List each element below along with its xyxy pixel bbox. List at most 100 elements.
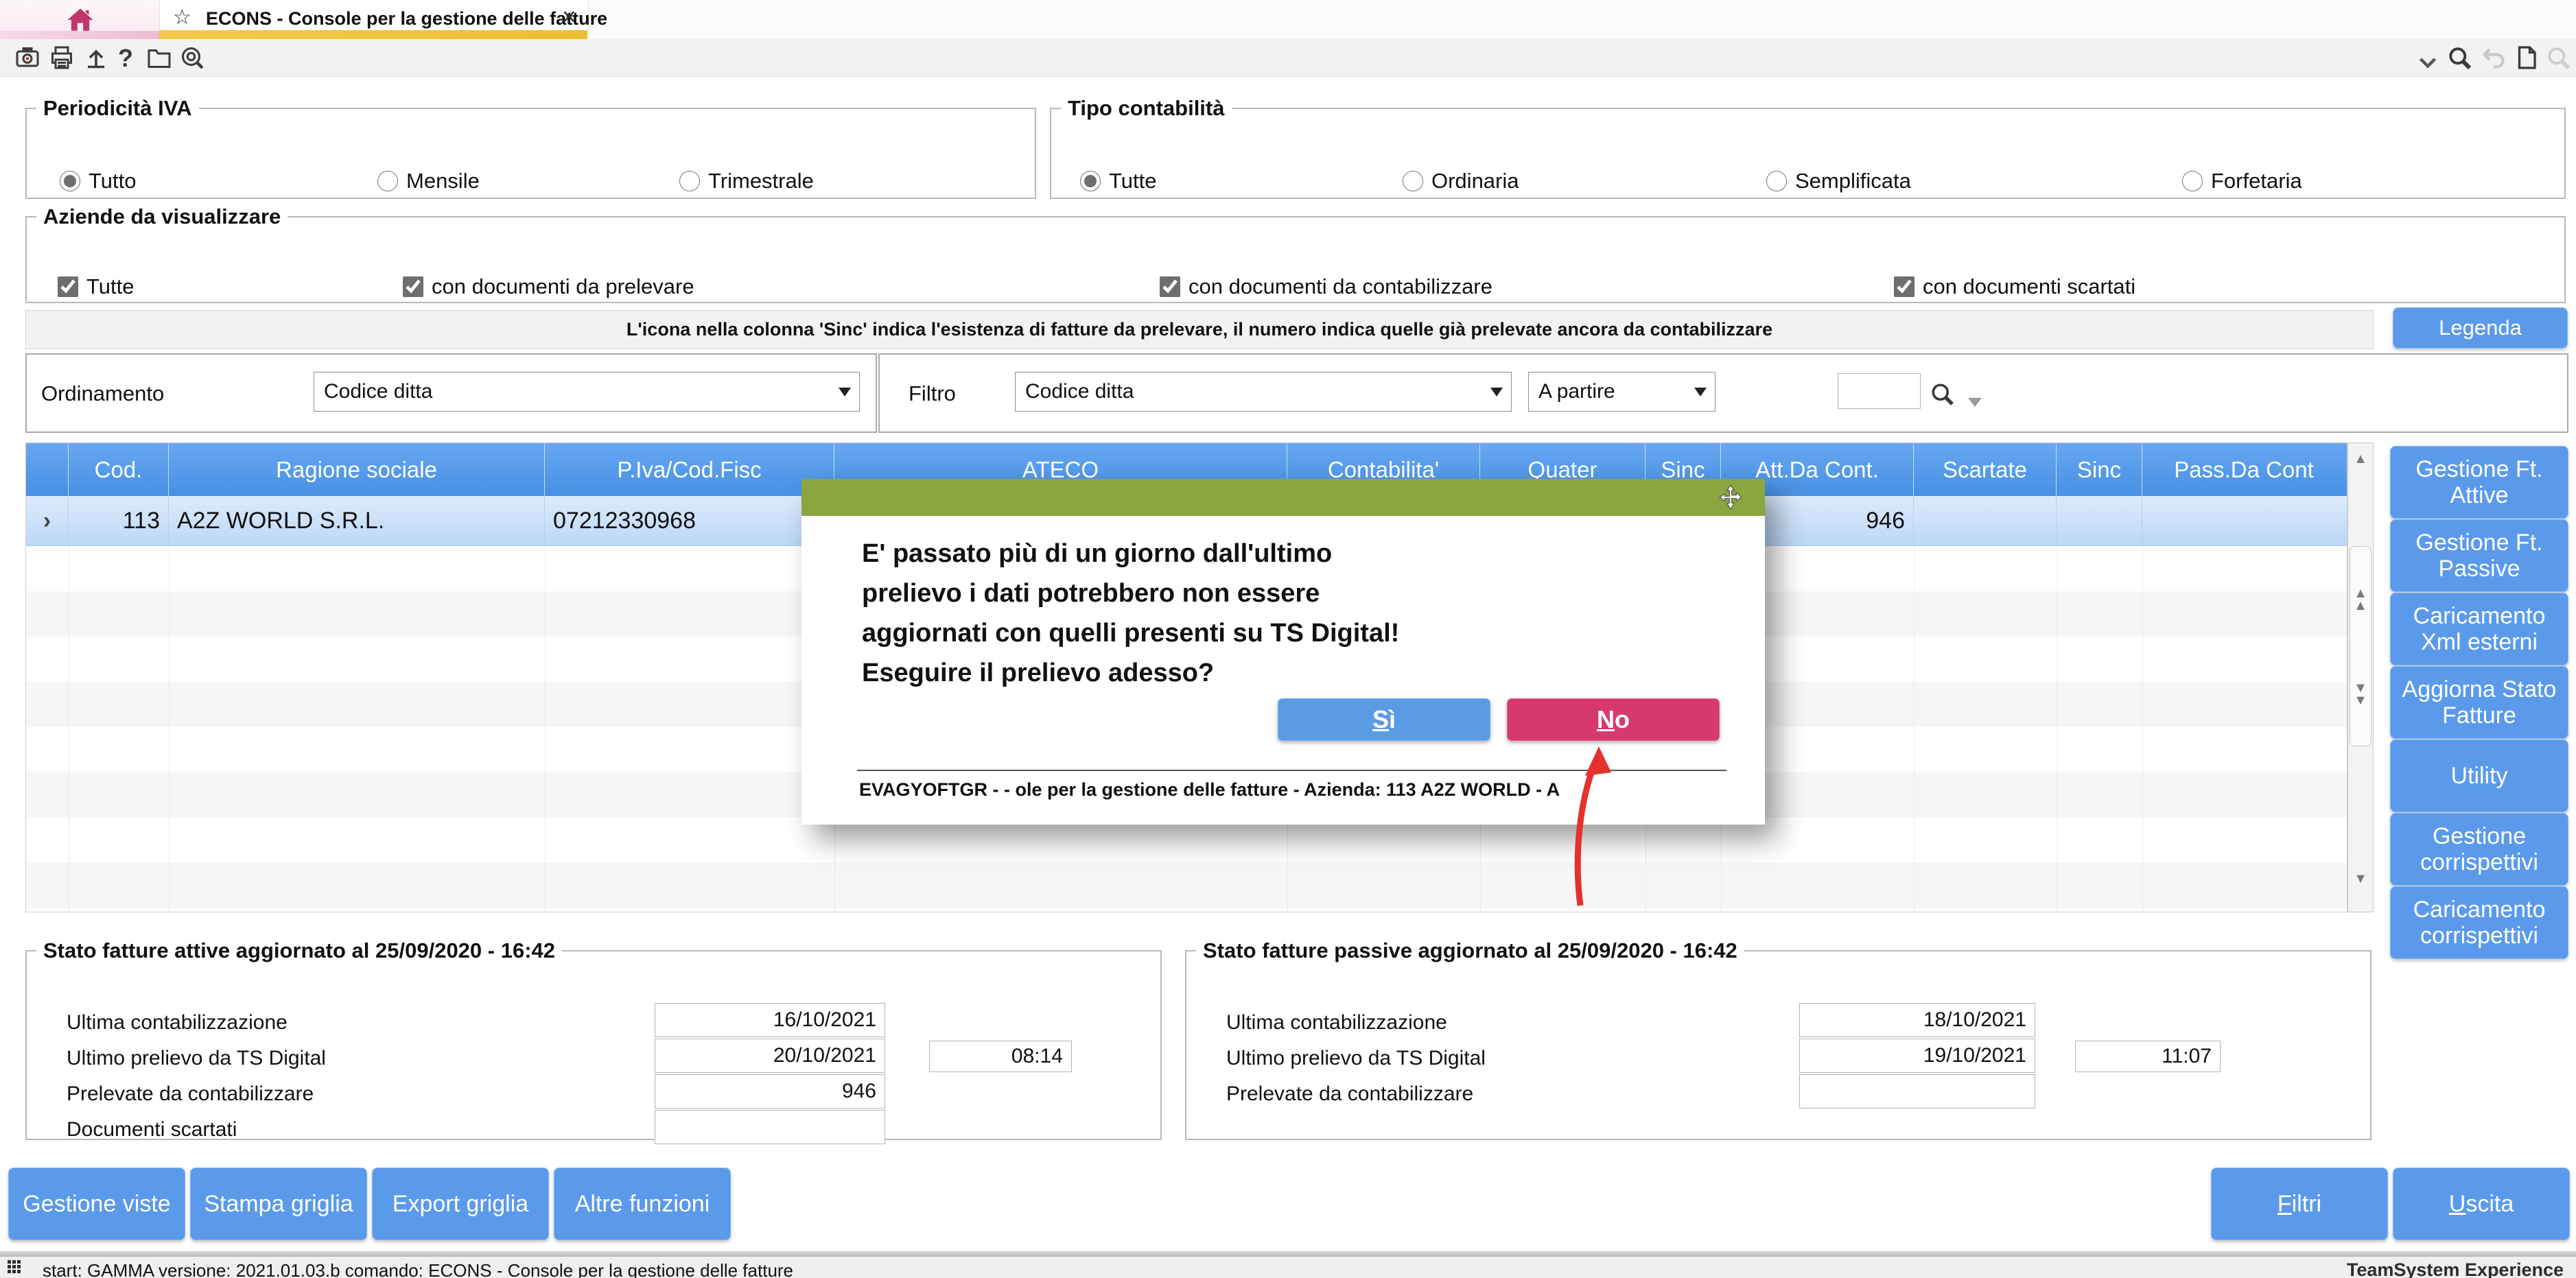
radio-input[interactable] xyxy=(1403,171,1423,191)
no-label: No xyxy=(1597,705,1630,734)
uscita-label: Uscita xyxy=(2449,1191,2514,1217)
dialog-title-bar[interactable] xyxy=(801,479,1765,516)
fieldset-legend: Tipo contabilità xyxy=(1061,96,1232,121)
field-ultima-contabilizzazione-attive[interactable]: 16/10/2021 xyxy=(655,1003,885,1037)
side-button-aggiorna-stato[interactable]: Aggiorna Stato Fatture xyxy=(2390,666,2568,739)
screenshot-camera-icon[interactable] xyxy=(15,45,40,70)
column-header-sinc-passive[interactable]: Sinc xyxy=(2057,443,2142,496)
field-ultimo-prelievo-passive[interactable]: 19/10/2021 xyxy=(1799,1039,2035,1073)
side-button-caricamento-corrispettivi[interactable]: Caricamento corrispettivi xyxy=(2390,886,2568,959)
radio-input[interactable] xyxy=(1080,171,1101,191)
cell-sinc-passive xyxy=(2057,496,2142,545)
scroll-down-icon[interactable]: ▼ xyxy=(2348,873,2373,885)
radio-tipo-semplificata[interactable]: Semplificata xyxy=(1766,169,1911,193)
help-icon[interactable]: ? xyxy=(118,44,143,69)
field-ultimo-prelievo-attive-ora[interactable]: 08:14 xyxy=(929,1041,1072,1072)
grid-column-line xyxy=(2142,546,2143,912)
filtro-search-input[interactable] xyxy=(1838,373,1921,409)
tab-close-icon[interactable]: ✕ xyxy=(561,7,577,28)
cell-pass-da-cont xyxy=(2142,496,2345,545)
zoom-at-icon[interactable] xyxy=(180,45,204,70)
filtro-search-icon[interactable] xyxy=(1930,381,1954,406)
checkbox-doc-da-prelevare[interactable]: con documenti da prelevare xyxy=(403,274,694,299)
upload-icon[interactable] xyxy=(84,45,108,70)
radio-input[interactable] xyxy=(1766,171,1787,191)
radio-tipo-tutte[interactable]: Tutte xyxy=(1080,169,1157,193)
brand-text: TeamSystem Experience xyxy=(2347,1259,2564,1278)
side-button-gestione-ft-passive[interactable]: Gestione Ft. Passive xyxy=(2390,519,2568,592)
scrollbar-thumb[interactable] xyxy=(2350,546,2372,746)
checkbox-input[interactable] xyxy=(58,276,78,297)
column-header-scartate[interactable]: Scartate xyxy=(1914,443,2057,496)
radio-input[interactable] xyxy=(2182,171,2203,191)
chevron-down-icon[interactable] xyxy=(2415,51,2440,75)
field-ultima-contabilizzazione-passive[interactable]: 18/10/2021 xyxy=(1799,1003,2035,1037)
radio-periodicita-mensile[interactable]: Mensile xyxy=(377,169,480,193)
field-label: Prelevate da contabilizzare xyxy=(1226,1082,1473,1106)
side-button-caricamento-xml[interactable]: Caricamento Xml esterni xyxy=(2390,593,2568,665)
side-button-gestione-corrispettivi[interactable]: Gestione corrispettivi xyxy=(2390,813,2568,886)
undo-icon[interactable] xyxy=(2481,45,2506,70)
filtro-dropdown-arrow-icon[interactable] xyxy=(1968,398,1982,407)
scroll-page-down-icon[interactable]: ▼▼ xyxy=(2348,682,2373,707)
grid-vertical-scrollbar[interactable]: ▲ ▲▲ ▼▼ ▼ xyxy=(2347,442,2374,912)
dialog-yes-button[interactable]: Sì xyxy=(1278,698,1490,741)
fieldset-tipo-contabilita: Tipo contabilità Tutte Ordinaria Semplif… xyxy=(1050,96,2566,199)
radio-label: Mensile xyxy=(406,169,480,193)
field-prelevate-da-contabilizzare-passive[interactable] xyxy=(1799,1074,2035,1109)
checkbox-input[interactable] xyxy=(403,276,423,297)
column-header-piva[interactable]: P.Iva/Cod.Fisc xyxy=(545,443,834,496)
tab-title[interactable]: ECONS - Console per la gestione delle fa… xyxy=(206,8,607,29)
filtro-field-select[interactable]: Codice ditta xyxy=(1015,372,1512,412)
field-prelevate-da-contabilizzare-attive[interactable]: 946 xyxy=(655,1074,885,1109)
checkbox-doc-scartati[interactable]: con documenti scartati xyxy=(1894,274,2135,299)
filtri-button[interactable]: Filtri xyxy=(2211,1168,2388,1240)
checkbox-input[interactable] xyxy=(1160,276,1180,297)
move-icon[interactable] xyxy=(1717,484,1744,511)
search-icon[interactable] xyxy=(2447,45,2472,70)
field-documenti-scartati-attive[interactable] xyxy=(655,1110,885,1144)
ordinamento-value: Codice ditta xyxy=(324,380,432,403)
column-header-cod[interactable]: Cod. xyxy=(69,443,169,496)
checkbox-aziende-tutte[interactable]: Tutte xyxy=(58,274,134,299)
checkbox-input[interactable] xyxy=(1894,276,1915,297)
uscita-button[interactable]: Uscita xyxy=(2393,1168,2570,1240)
field-ultimo-prelievo-attive[interactable]: 20/10/2021 xyxy=(655,1039,885,1073)
cell-scartate xyxy=(1914,496,2057,545)
side-button-gestione-ft-attive[interactable]: Gestione Ft. Attive xyxy=(2390,446,2568,519)
folder-icon[interactable] xyxy=(147,45,172,70)
column-header-selector[interactable] xyxy=(26,443,69,496)
print-icon[interactable] xyxy=(49,45,74,70)
column-header-pass-da-cont[interactable]: Pass.Da Cont xyxy=(2142,443,2345,496)
gestione-viste-button[interactable]: Gestione viste xyxy=(8,1168,185,1240)
home-icon[interactable] xyxy=(66,5,95,32)
radio-tipo-ordinaria[interactable]: Ordinaria xyxy=(1403,169,1519,193)
new-document-icon[interactable] xyxy=(2514,45,2539,70)
scroll-up-icon[interactable]: ▲ xyxy=(2348,453,2373,465)
altre-funzioni-button[interactable]: Altre funzioni xyxy=(554,1168,731,1240)
side-button-utility[interactable]: Utility xyxy=(2390,739,2568,812)
field-ultimo-prelievo-passive-ora[interactable]: 11:07 xyxy=(2075,1041,2221,1072)
app-grip-icon[interactable] xyxy=(7,1259,23,1276)
checkbox-label: con documenti da contabilizzare xyxy=(1189,274,1492,299)
radio-periodicita-tutto[interactable]: Tutto xyxy=(60,169,137,193)
radio-input[interactable] xyxy=(60,171,80,191)
stampa-griglia-button[interactable]: Stampa griglia xyxy=(190,1168,367,1240)
legenda-button[interactable]: Legenda xyxy=(2393,307,2568,348)
column-header-ragione-sociale[interactable]: Ragione sociale xyxy=(169,443,545,496)
filtro-label: Filtro xyxy=(909,381,956,406)
ordinamento-select[interactable]: Codice ditta xyxy=(314,372,860,412)
scroll-page-up-icon[interactable]: ▲▲ xyxy=(2348,587,2373,612)
favorite-star-icon[interactable]: ☆ xyxy=(173,5,191,29)
radio-input[interactable] xyxy=(377,171,398,191)
radio-input[interactable] xyxy=(679,171,700,191)
export-griglia-button[interactable]: Export griglia xyxy=(372,1168,549,1240)
grid-column-line xyxy=(1914,546,1915,912)
dialog-no-button[interactable]: No xyxy=(1507,698,1720,741)
search-disabled-icon[interactable] xyxy=(2546,45,2571,70)
field-label: Documenti scartati xyxy=(67,1118,237,1141)
filtro-mode-select[interactable]: A partire xyxy=(1528,372,1716,412)
radio-tipo-forfetaria[interactable]: Forfetaria xyxy=(2182,169,2302,193)
checkbox-doc-da-contabilizzare[interactable]: con documenti da contabilizzare xyxy=(1160,274,1492,299)
radio-periodicita-trimestrale[interactable]: Trimestrale xyxy=(679,169,814,193)
